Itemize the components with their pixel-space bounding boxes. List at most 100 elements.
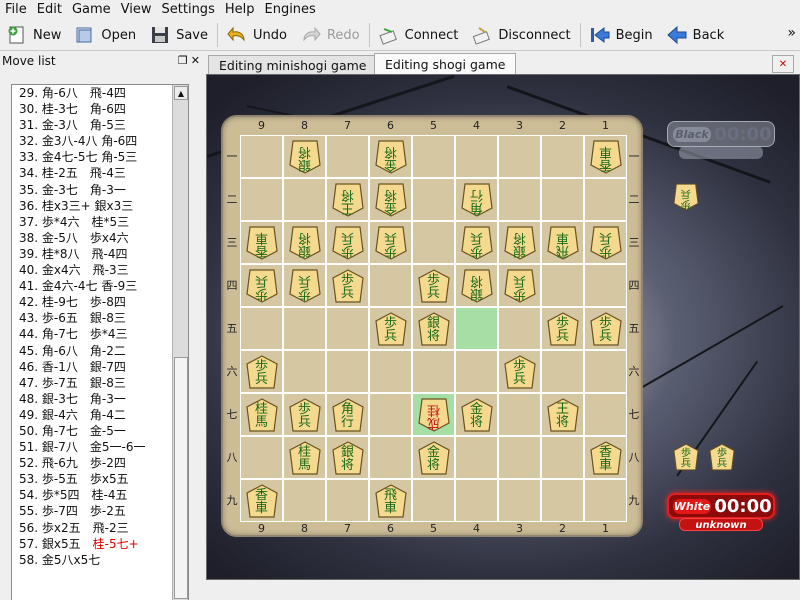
shogi-piece[interactable]: 銀将 — [460, 268, 494, 304]
back-button[interactable]: Back — [660, 21, 732, 49]
board-square[interactable] — [541, 264, 584, 307]
board-square[interactable] — [584, 178, 627, 221]
shogi-piece[interactable]: 銀将 — [503, 225, 537, 261]
menu-settings[interactable]: Settings — [157, 0, 220, 20]
close-tab-icon[interactable]: ✕ — [772, 55, 794, 73]
board-square[interactable] — [455, 307, 498, 350]
board-square[interactable] — [455, 436, 498, 479]
board-square[interactable] — [541, 436, 584, 479]
disconnect-button[interactable]: Disconnect — [465, 21, 577, 49]
move-row[interactable]: 33. 金4七-5七 角-5三 — [12, 149, 172, 165]
board-square[interactable] — [541, 479, 584, 522]
move-row[interactable]: 39. 桂*8八 飛-4四 — [12, 246, 172, 262]
board-square[interactable] — [498, 135, 541, 178]
move-row[interactable]: 47. 歩-7五 銀-8三 — [12, 375, 172, 391]
shogi-piece[interactable]: 歩兵 — [546, 311, 580, 347]
move-row[interactable]: 54. 歩*5四 桂-4五 — [12, 487, 172, 503]
shogi-piece[interactable]: 香車 — [589, 440, 623, 476]
move-row[interactable]: 45. 角-6八 角-2二 — [12, 343, 172, 359]
shogi-piece[interactable]: 歩兵 — [374, 225, 408, 261]
board-square[interactable] — [498, 178, 541, 221]
menu-engines[interactable]: Engines — [259, 0, 320, 20]
shogi-piece[interactable]: 歩兵 — [374, 311, 408, 347]
shogi-piece[interactable]: 金将 — [417, 440, 451, 476]
shogi-piece[interactable]: 歩兵 — [589, 311, 623, 347]
shogi-piece[interactable]: 歩兵 — [672, 183, 699, 212]
board-square[interactable] — [369, 350, 412, 393]
dock-float-icon[interactable]: ❐ — [178, 54, 188, 67]
menu-help[interactable]: Help — [220, 0, 260, 20]
board-square[interactable] — [455, 135, 498, 178]
move-list-scrollbar[interactable]: ▲ ▼ — [172, 85, 188, 600]
move-row[interactable]: 37. 歩*4六 桂*5三 — [12, 214, 172, 230]
board-square[interactable] — [584, 479, 627, 522]
save-button[interactable]: Save — [143, 21, 215, 49]
move-list[interactable]: 29. 角-6八 飛-4四 30. 桂-3七 角-6四 31. 金-3八 角-5三 3… — [11, 84, 189, 600]
redo-button[interactable]: Redo — [294, 21, 367, 49]
board-square[interactable] — [326, 350, 369, 393]
move-row[interactable]: 53. 歩-5五 歩x5五 — [12, 471, 172, 487]
board-square[interactable] — [498, 393, 541, 436]
board-square[interactable] — [541, 135, 584, 178]
shogi-piece[interactable]: 金将 — [374, 139, 408, 175]
board-square[interactable] — [455, 350, 498, 393]
move-row[interactable]: 56. 歩x2五 飛-2三 — [12, 520, 172, 536]
board-square[interactable] — [412, 135, 455, 178]
move-row[interactable]: 55. 歩-7四 歩-2五 — [12, 503, 172, 519]
board-square[interactable] — [240, 307, 283, 350]
shogi-piece[interactable]: 香車 — [589, 139, 623, 175]
open-button[interactable]: Open — [68, 21, 143, 49]
shogi-piece[interactable]: 歩兵 — [331, 225, 365, 261]
connect-button[interactable]: Connect — [372, 21, 466, 49]
shogi-piece[interactable]: 歩兵 — [672, 443, 699, 472]
move-row[interactable]: 34. 桂-2五 飛-4三 — [12, 165, 172, 181]
shogi-piece[interactable]: 歩兵 — [503, 268, 537, 304]
board-square[interactable] — [455, 479, 498, 522]
new-button[interactable]: New — [0, 21, 68, 49]
shogi-piece[interactable]: 王将 — [546, 397, 580, 433]
board-square[interactable] — [584, 393, 627, 436]
shogi-piece[interactable]: 銀将 — [288, 139, 322, 175]
board-square[interactable] — [498, 436, 541, 479]
shogi-piece[interactable]: 金将 — [374, 182, 408, 218]
move-row[interactable]: 38. 金-5八 歩x4六 — [12, 230, 172, 246]
move-row[interactable]: 49. 銀-4六 角-4二 — [12, 407, 172, 423]
tab-minishogi[interactable]: Editing minishogi game — [208, 55, 378, 75]
board-square[interactable] — [412, 479, 455, 522]
begin-button[interactable]: Begin — [583, 21, 660, 49]
board-square[interactable] — [240, 178, 283, 221]
menu-edit[interactable]: Edit — [32, 0, 67, 20]
tab-shogi[interactable]: Editing shogi game — [374, 53, 517, 75]
board-square[interactable] — [584, 350, 627, 393]
move-row[interactable]: 51. 銀-7八 金5一-6一 — [12, 439, 172, 455]
move-row[interactable]: 29. 角-6八 飛-4四 — [12, 85, 172, 101]
shogi-piece[interactable]: 歩兵 — [288, 268, 322, 304]
move-row[interactable]: 41. 金4六-4七 香-9三 — [12, 278, 172, 294]
board-square[interactable] — [369, 264, 412, 307]
move-row[interactable]: 58. 金5八x5七 — [12, 552, 172, 568]
board-square[interactable] — [283, 350, 326, 393]
board-square[interactable] — [283, 307, 326, 350]
shogi-piece[interactable]: 桂馬 — [245, 397, 279, 433]
move-row[interactable]: 43. 歩-6五 銀-8三 — [12, 310, 172, 326]
shogi-piece[interactable]: 角行 — [460, 182, 494, 218]
board-square[interactable] — [541, 350, 584, 393]
shogi-piece[interactable]: 歩兵 — [288, 397, 322, 433]
move-row[interactable]: 50. 角-7七 金-5一 — [12, 423, 172, 439]
board-square[interactable] — [326, 307, 369, 350]
shogi-piece[interactable]: 角行 — [331, 397, 365, 433]
scroll-up-icon[interactable]: ▲ — [174, 86, 188, 100]
move-row[interactable]: 40. 金x4六 飛-3三 — [12, 262, 172, 278]
board-square[interactable] — [240, 436, 283, 479]
shogi-piece[interactable]: 香車 — [245, 483, 279, 519]
shogi-piece[interactable]: 金将 — [460, 397, 494, 433]
move-row[interactable]: 32. 金3八-4八 角-6四 — [12, 133, 172, 149]
board-square[interactable] — [283, 178, 326, 221]
board-square[interactable] — [498, 307, 541, 350]
move-row[interactable]: 57. 銀x5五 桂-5七+ — [12, 536, 172, 552]
menu-view[interactable]: View — [116, 0, 157, 20]
move-row[interactable]: 48. 銀-3七 角-3一 — [12, 391, 172, 407]
shogi-piece[interactable]: 歩兵 — [245, 354, 279, 390]
shogi-piece[interactable]: 桂馬 — [288, 440, 322, 476]
shogi-piece[interactable]: 銀将 — [331, 440, 365, 476]
